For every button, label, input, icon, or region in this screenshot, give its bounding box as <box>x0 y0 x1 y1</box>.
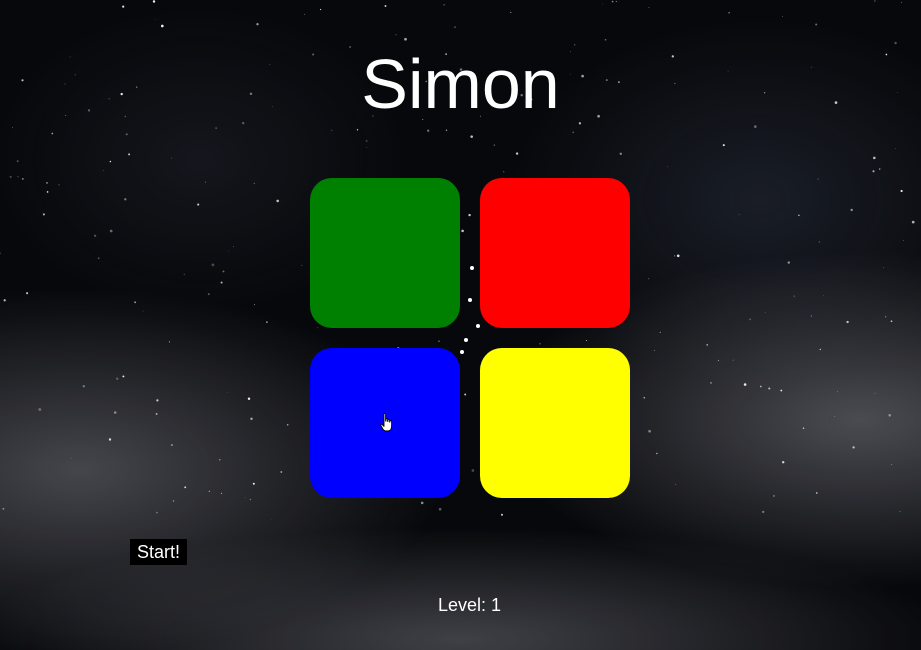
hand-pointer-icon <box>380 413 393 432</box>
green-pad[interactable] <box>310 178 460 328</box>
red-pad[interactable] <box>480 178 630 328</box>
start-button[interactable]: Start! <box>130 539 188 565</box>
yellow-pad[interactable] <box>480 348 630 498</box>
simon-board <box>310 178 630 498</box>
level-indicator: Level: 1 <box>437 595 502 615</box>
game-title: Simon <box>361 45 560 123</box>
